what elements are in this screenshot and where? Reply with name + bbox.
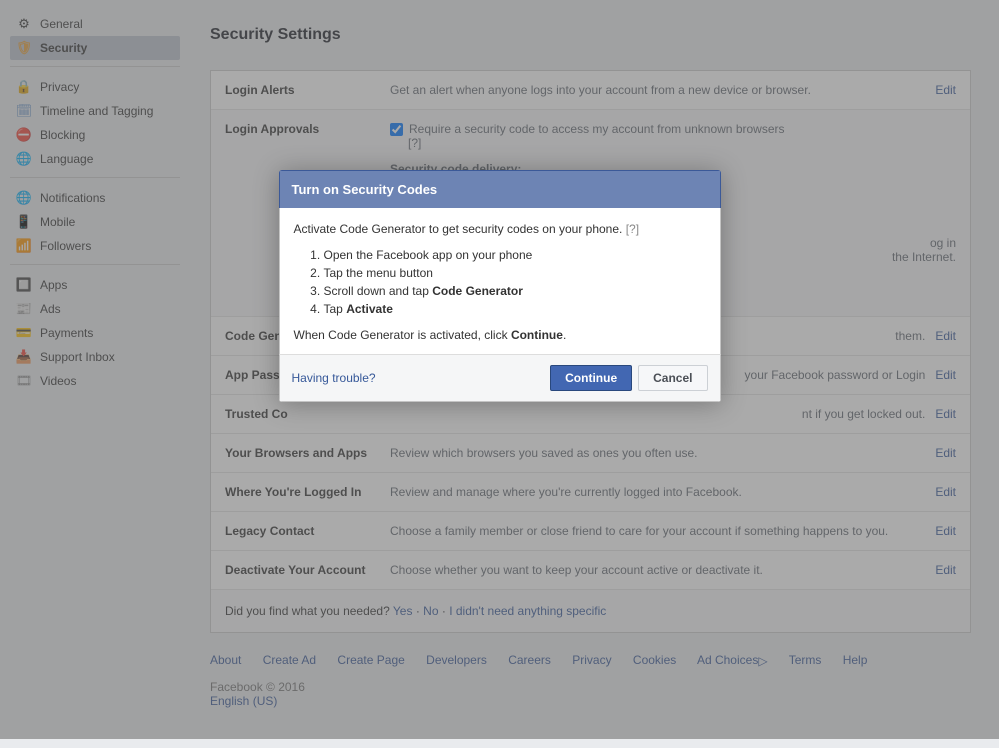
modal-outro: When Code Generator is activated, click … xyxy=(294,328,706,342)
modal-overlay[interactable]: Turn on Security Codes Activate Code Gen… xyxy=(0,0,999,739)
having-trouble-link[interactable]: Having trouble? xyxy=(292,371,545,385)
continue-button[interactable]: Continue xyxy=(550,365,632,391)
modal-step: Open the Facebook app on your phone xyxy=(324,246,706,264)
security-codes-modal: Turn on Security Codes Activate Code Gen… xyxy=(279,170,721,402)
modal-body: Activate Code Generator to get security … xyxy=(279,208,721,354)
cancel-button[interactable]: Cancel xyxy=(638,365,707,391)
help-link[interactable]: [?] xyxy=(626,222,639,236)
modal-step: Scroll down and tap Code Generator xyxy=(324,282,706,300)
modal-intro: Activate Code Generator to get security … xyxy=(294,222,623,236)
modal-title: Turn on Security Codes xyxy=(279,170,721,208)
modal-footer: Having trouble? Continue Cancel xyxy=(279,354,721,402)
modal-steps: Open the Facebook app on your phone Tap … xyxy=(324,246,706,318)
modal-step: Tap Activate xyxy=(324,300,706,318)
modal-step: Tap the menu button xyxy=(324,264,706,282)
